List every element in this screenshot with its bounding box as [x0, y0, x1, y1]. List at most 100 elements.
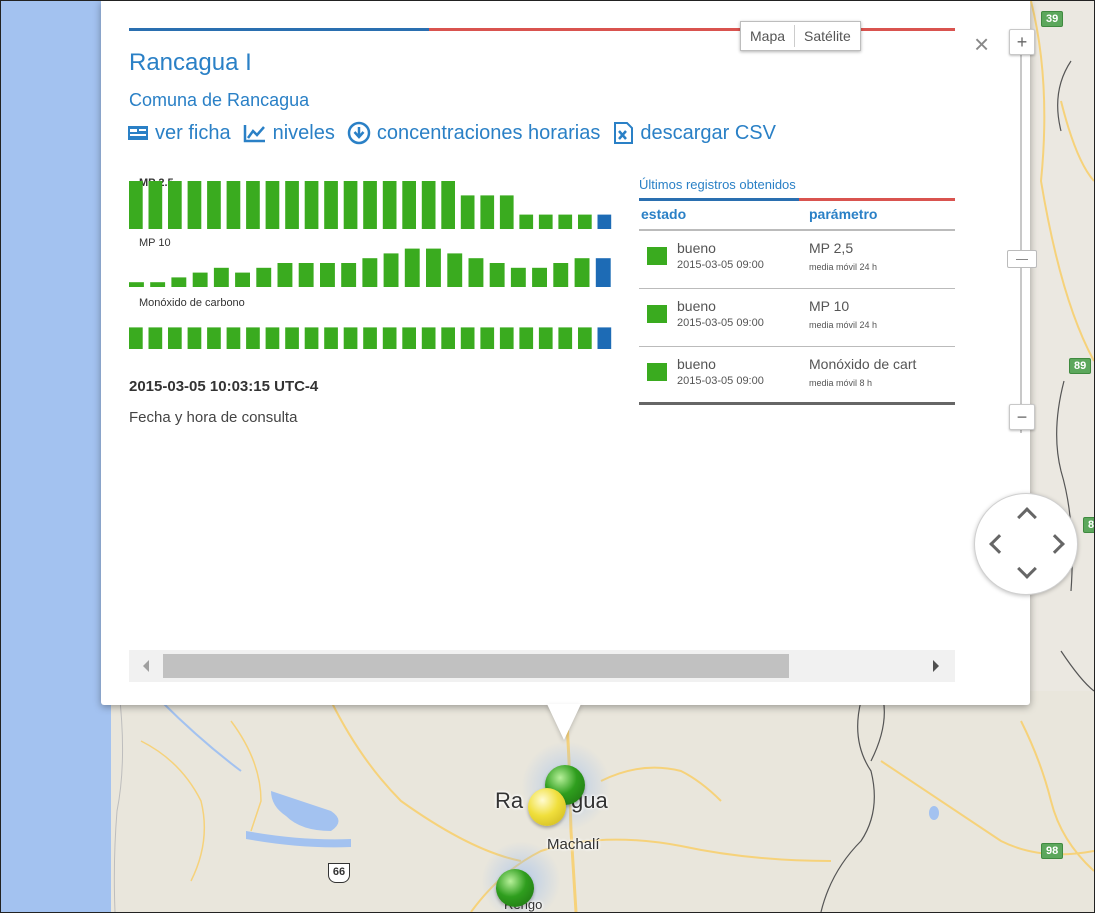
scroll-right-arrow-icon[interactable]	[933, 660, 939, 672]
pan-right-icon[interactable]	[1045, 534, 1065, 554]
chart-bar[interactable]	[148, 181, 163, 229]
chart-bar[interactable]	[148, 327, 163, 349]
chart-bar[interactable]	[383, 253, 399, 287]
chart-bar[interactable]	[578, 327, 592, 349]
pan-up-icon[interactable]	[1017, 507, 1037, 527]
station-marker-yellow[interactable]	[528, 788, 566, 826]
zoom-in-button[interactable]: +	[1009, 29, 1035, 55]
chart-bar[interactable]	[402, 327, 416, 349]
chart-bar[interactable]	[129, 327, 143, 349]
chart-bar[interactable]	[363, 181, 377, 229]
chart-bar[interactable]	[382, 181, 397, 229]
zoom-out-button[interactable]: −	[1009, 404, 1035, 430]
chart-bar[interactable]	[510, 267, 526, 287]
chart-bar[interactable]	[129, 181, 143, 229]
record-param: Monóxido de cart	[809, 356, 917, 372]
chart-bar[interactable]	[480, 195, 495, 229]
chart-bar[interactable]	[426, 248, 441, 287]
chart-bar[interactable]	[207, 181, 221, 229]
horizontal-scrollbar[interactable]	[129, 650, 955, 682]
pan-down-icon[interactable]	[1017, 559, 1037, 579]
chart-bar[interactable]	[538, 214, 553, 229]
chart-bar[interactable]	[207, 327, 221, 349]
chart-bar[interactable]	[421, 181, 436, 229]
chart-bar[interactable]	[489, 263, 505, 287]
chart-bar[interactable]	[187, 327, 202, 349]
chart-bar[interactable]	[265, 327, 280, 349]
chart-bar[interactable]	[320, 263, 335, 287]
station-links: ver ficha niveles concentraciones horari…	[127, 121, 788, 145]
chart-bar[interactable]	[226, 181, 241, 229]
chart-bar[interactable]	[468, 258, 484, 287]
chart-bar[interactable]	[226, 327, 241, 349]
chart-bar[interactable]	[168, 181, 182, 229]
chart-bar[interactable]	[277, 263, 293, 287]
chart-bar[interactable]	[171, 277, 187, 287]
pan-left-icon[interactable]	[989, 534, 1009, 554]
chart-bar[interactable]	[553, 263, 569, 287]
chart-bar[interactable]	[597, 214, 612, 229]
chart-bar[interactable]	[362, 258, 378, 287]
niveles-link[interactable]: niveles	[243, 122, 335, 145]
chart-bar[interactable]	[519, 214, 534, 229]
map-type-control: Mapa Satélite	[740, 21, 861, 51]
chart-bar[interactable]	[246, 327, 260, 349]
chart-bar[interactable]	[265, 181, 280, 229]
scroll-left-arrow-icon[interactable]	[143, 660, 149, 672]
chart-bar[interactable]	[192, 272, 208, 287]
map-type-satellite-button[interactable]: Satélite	[795, 22, 860, 50]
chart-bar[interactable]	[150, 282, 166, 287]
chart-bar[interactable]	[129, 282, 144, 287]
chart-bar[interactable]	[595, 258, 611, 287]
chart-bar[interactable]	[246, 181, 260, 229]
chart-bar[interactable]	[519, 327, 534, 349]
zoom-slider-track[interactable]	[1020, 45, 1022, 433]
close-info-window-button[interactable]: ×	[974, 29, 989, 59]
chart-bar[interactable]	[168, 327, 182, 349]
chart-bar[interactable]	[187, 181, 202, 229]
chart-bar[interactable]	[235, 272, 250, 287]
chart-bar[interactable]	[447, 253, 463, 287]
descargar-csv-link[interactable]: descargar CSV	[612, 121, 776, 145]
chart-bar[interactable]	[343, 181, 358, 229]
record-date: 2015-03-05 09:00	[677, 375, 764, 387]
zoom-slider-handle[interactable]	[1007, 250, 1037, 268]
chart-bar[interactable]	[324, 181, 338, 229]
chart-bar[interactable]	[558, 327, 573, 349]
chart-bar[interactable]	[480, 327, 495, 349]
chart-bar[interactable]	[285, 181, 299, 229]
chart-bar[interactable]	[441, 327, 455, 349]
chart-bar[interactable]	[382, 327, 397, 349]
chart-bar[interactable]	[304, 327, 319, 349]
chart-bar[interactable]	[499, 195, 514, 229]
chart-bar[interactable]	[532, 267, 547, 287]
chart-bar[interactable]	[304, 181, 319, 229]
pan-control[interactable]	[974, 493, 1078, 595]
map-type-map-button[interactable]: Mapa	[741, 22, 794, 50]
chart-bar[interactable]	[578, 214, 592, 229]
ver-ficha-link[interactable]: ver ficha	[127, 122, 231, 145]
chart-bar[interactable]	[324, 327, 338, 349]
latest-records-title[interactable]: Últimos registros obtenidos	[639, 177, 955, 192]
concentraciones-horarias-link[interactable]: concentraciones horarias	[347, 121, 600, 145]
scrollbar-thumb[interactable]	[163, 654, 789, 678]
chart-bar[interactable]	[597, 327, 612, 349]
chart-bar[interactable]	[558, 214, 573, 229]
chart-bar[interactable]	[213, 267, 229, 287]
chart-bar[interactable]	[285, 327, 299, 349]
chart-bar[interactable]	[460, 327, 475, 349]
chart-bar[interactable]	[404, 248, 420, 287]
chart-bar[interactable]	[256, 267, 272, 287]
chart-bar[interactable]	[538, 327, 553, 349]
chart-bar[interactable]	[341, 263, 357, 287]
chart-bar[interactable]	[499, 327, 514, 349]
chart-bar[interactable]	[441, 181, 455, 229]
chart-bar[interactable]	[363, 327, 377, 349]
chart-bar[interactable]	[402, 181, 416, 229]
chart-bar[interactable]	[298, 263, 314, 287]
chart-bar[interactable]	[343, 327, 358, 349]
chart-bar[interactable]	[421, 327, 436, 349]
chart-bar[interactable]	[460, 195, 475, 229]
chart-bar[interactable]	[574, 258, 590, 287]
station-marker-green[interactable]	[496, 869, 534, 907]
